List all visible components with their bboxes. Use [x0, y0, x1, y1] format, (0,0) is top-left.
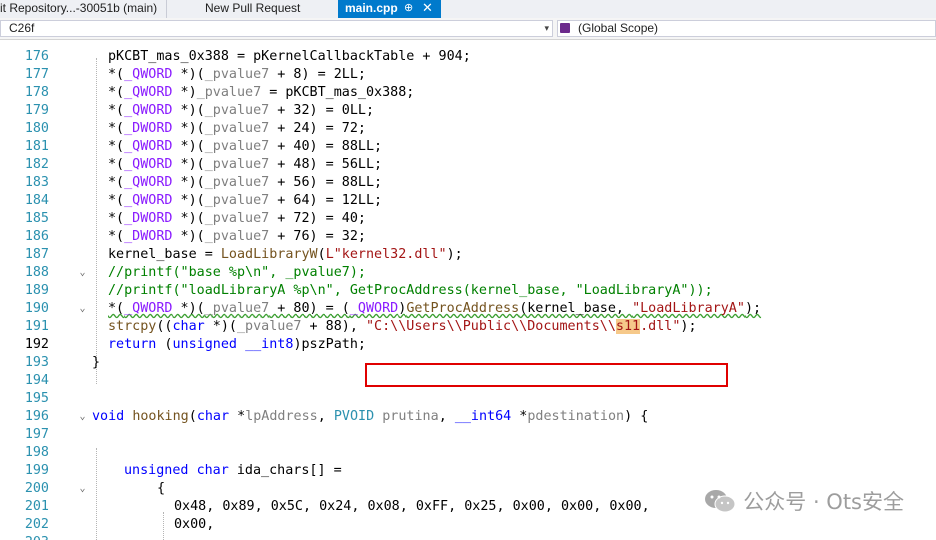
code-line: 181 *(_DWORD *)(_pvalue7 + 24) = 72; [0, 120, 936, 154]
global-scope-dropdown[interactable]: (Global Scope) [557, 20, 936, 37]
tab-git-repository[interactable]: it Repository...-30051b (main) [0, 0, 166, 18]
project-scope-label: C26f [9, 21, 35, 35]
close-icon[interactable]: ✕ [422, 0, 433, 16]
code-line: 177 pKCBT_mas_0x388 = pKernelCallbackTab… [0, 48, 936, 82]
watermark: 公众号 · Ots安全 [703, 486, 904, 519]
code-line: 184 *(_QWORD *)(_pvalue7 + 56) = 88LL; [0, 174, 936, 208]
code-text: kernel_base = LoadLibraryW(L"kernel32.dl… [108, 247, 463, 262]
fold-marker[interactable]: ⌄ [78, 408, 87, 426]
code-text: *(_DWORD *)(_pvalue7 + 76) = 32; [108, 229, 366, 244]
highlight-box [365, 363, 728, 387]
fold-marker[interactable]: ⌄ [78, 480, 87, 498]
pin-icon[interactable]: ⊕ [404, 0, 413, 16]
watermark-text: 公众号 · Ots安全 [743, 490, 904, 514]
document-tab-strip: it Repository...-30051b (main) New Pull … [0, 0, 936, 19]
scope-icon [560, 23, 570, 33]
code-line: 186 *(_DWORD *)(_pvalue7 + 72) = 40; [0, 210, 936, 244]
code-line: 196 [0, 390, 936, 424]
code-line: 182 *(_QWORD *)(_pvalue7 + 40) = 88LL; [0, 138, 936, 172]
code-text: *(_QWORD *)(_pvalue7 + 56) = 88LL; [108, 175, 383, 190]
code-text: } [92, 355, 101, 370]
code-text: *(_QWORD *)_pvalue7 = pKCBT_mas_0x388; [108, 85, 415, 100]
wechat-icon [703, 488, 737, 519]
code-line: 179 *(_QWORD *)_pvalue7 = pKCBT_mas_0x38… [0, 84, 936, 118]
fold-marker[interactable]: ⌄ [78, 300, 87, 318]
code-line: 191 ⌄ *(_QWORD *)(_pvalue7 + 80) = (_QWO… [0, 300, 936, 334]
code-line: 187 *(_DWORD *)(_pvalue7 + 76) = 32; [0, 228, 936, 262]
code-line: 180 *(_QWORD *)(_pvalue7 + 32) = 0LL; [0, 102, 936, 136]
line-number: 203 [0, 534, 49, 540]
code-line: 183 *(_QWORD *)(_pvalue7 + 48) = 56LL; [0, 156, 936, 190]
tab-label: New Pull Request [205, 1, 301, 15]
tab-main-cpp[interactable]: main.cpp ⊕ ✕ [338, 0, 441, 18]
code-text: return (unsigned __int8)pszPath; [108, 337, 366, 352]
code-line: 198 [0, 426, 936, 460]
chevron-down-icon: ▾ [544, 23, 549, 33]
navigation-bar: C26f ▾ (Global Scope) [0, 18, 936, 40]
code-text: pKCBT_mas_0x388 = pKernelCallbackTable +… [108, 49, 471, 64]
code-line: 190 //printf("loadLibraryA %p\n", GetPro… [0, 282, 936, 316]
code-line: 199 [0, 444, 936, 478]
code-text: *(_DWORD *)(_pvalue7 + 72) = 40; [108, 211, 366, 226]
code-line: 197 ⌄ void hooking(char *lpAddress, PVOI… [0, 408, 936, 442]
code-line: 188 kernel_base = LoadLibraryW(L"kernel3… [0, 246, 936, 280]
code-text: *(_QWORD *)(_pvalue7 + 64) = 12LL; [108, 193, 383, 208]
tab-label: main.cpp [345, 1, 398, 15]
code-text: { [157, 481, 166, 496]
code-text: *(_QWORD *)(_pvalue7 + 48) = 56LL; [108, 157, 383, 172]
tab-label: it Repository...-30051b (main) [0, 1, 158, 15]
global-scope-label: (Global Scope) [578, 21, 659, 35]
code-text: //printf("loadLibraryA %p\n", GetProcAdd… [108, 283, 713, 298]
code-line: 193 return (unsigned __int8)pszPath; [0, 336, 936, 370]
code-text: *(_QWORD *)(_pvalue7 + 8) = 2LL; [108, 67, 366, 82]
code-line: 203 0x00, [0, 516, 936, 540]
code-line: 189 ⌄ //printf("base %p\n", _pvalue7); [0, 264, 936, 298]
code-text: 0x00, [174, 517, 215, 532]
code-editor[interactable]: 176 177 pKCBT_mas_0x388 = pKernelCallbac… [0, 40, 936, 540]
code-line: 176 [0, 40, 936, 64]
code-text: unsigned char ida_chars[] = [124, 463, 342, 478]
code-text: *(_QWORD *)(_pvalue7 + 32) = 0LL; [108, 103, 375, 118]
project-scope-dropdown[interactable]: C26f ▾ [0, 20, 553, 37]
tab-new-pull-request[interactable]: New Pull Request [166, 0, 338, 18]
code-text: void hooking(char *lpAddress, PVOID prut… [92, 409, 649, 424]
code-line: 185 *(_QWORD *)(_pvalue7 + 64) = 12LL; [0, 192, 936, 226]
code-text: //printf("base %p\n", _pvalue7); [108, 265, 366, 280]
code-text: 0x48, 0x89, 0x5C, 0x24, 0x08, 0xFF, 0x25… [174, 499, 650, 514]
code-text: *(_DWORD *)(_pvalue7 + 24) = 72; [108, 121, 366, 136]
code-line: 178 *(_QWORD *)(_pvalue7 + 8) = 2LL; [0, 66, 936, 100]
code-text: *(_QWORD *)(_pvalue7 + 40) = 88LL; [108, 139, 383, 154]
code-line: 200 unsigned char ida_chars[] = [0, 462, 936, 496]
code-text: *(_QWORD *)(_pvalue7 + 80) = (_QWORD)Get… [108, 301, 762, 316]
code-text: strcpy((char *)(_pvalue7 + 88), "C:\\Use… [108, 319, 697, 334]
fold-marker[interactable]: ⌄ [78, 264, 87, 282]
code-line-current: 192 strcpy((char *)(_pvalue7 + 88), "C:\… [0, 318, 936, 352]
